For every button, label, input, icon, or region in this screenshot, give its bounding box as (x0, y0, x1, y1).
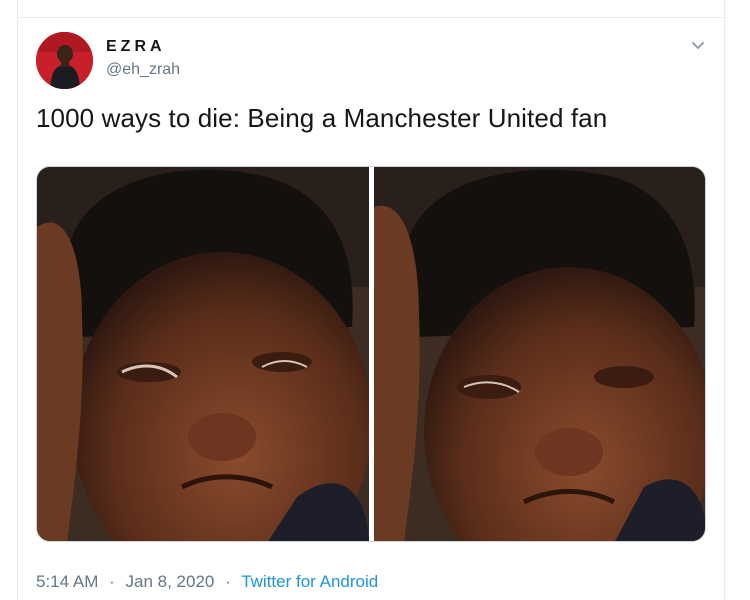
meta-separator: · (225, 572, 231, 591)
tweet-meta: 5:14 AM · Jan 8, 2020 · Twitter for Andr… (36, 572, 378, 592)
media-image-left (37, 167, 369, 541)
media-image-right (374, 167, 705, 541)
tweet-time[interactable]: 5:14 AM (36, 572, 98, 591)
author-name[interactable]: EZRA (106, 38, 166, 56)
tweet-source[interactable]: Twitter for Android (241, 572, 378, 591)
meta-separator: · (109, 572, 115, 591)
avatar[interactable] (36, 32, 93, 89)
chevron-down-icon[interactable] (688, 38, 708, 54)
tweet-text: 1000 ways to die: Being a Manchester Uni… (36, 103, 608, 133)
tweet-media[interactable] (36, 166, 706, 542)
tweet-date[interactable]: Jan 8, 2020 (126, 572, 215, 591)
author-handle[interactable]: @eh_zrah (106, 61, 180, 79)
divider (17, 17, 725, 18)
avatar-photo (36, 32, 93, 89)
